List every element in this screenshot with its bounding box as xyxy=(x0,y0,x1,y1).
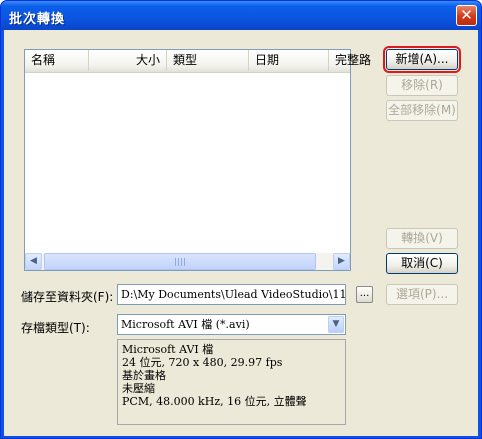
column-header-name[interactable]: 名稱 xyxy=(25,50,89,71)
format-info-line: PCM, 48.000 kHz, 16 位元, 立體聲 xyxy=(122,395,307,408)
file-type-select[interactable]: Microsoft AVI 檔 (*.avi) ▼ xyxy=(117,314,346,335)
column-header-type[interactable]: 類型 xyxy=(167,50,249,71)
window-title: 批次轉換 xyxy=(9,12,66,27)
close-icon: ✕ xyxy=(460,6,473,24)
save-folder-field[interactable]: D:\My Documents\Ulead VideoStudio\11.0\ xyxy=(117,284,346,305)
cancel-button[interactable]: 取消(C) xyxy=(386,253,458,274)
column-header-date[interactable]: 日期 xyxy=(249,50,329,71)
convert-button[interactable]: 轉換(V) xyxy=(386,228,458,249)
grip-icon xyxy=(175,258,185,266)
scroll-left-button[interactable]: ◀ xyxy=(25,253,42,270)
file-list[interactable]: 名稱 大小 類型 日期 完整路 ◀ ▶ xyxy=(24,49,371,271)
format-info-line: 基於畫格 xyxy=(122,369,166,382)
format-info-line: 24 位元, 720 x 480, 29.97 fps xyxy=(122,356,283,369)
browse-folder-button[interactable]: ... xyxy=(356,286,373,303)
close-button[interactable]: ✕ xyxy=(456,5,477,26)
options-button[interactable]: 選項(P)... xyxy=(386,284,458,305)
batch-convert-dialog: 批次轉換 ✕ 名稱 大小 類型 日期 完整路 ◀ ▶ 新增(A)... 移除(R… xyxy=(0,0,482,439)
scroll-right-button[interactable]: ▶ xyxy=(333,253,350,270)
remove-button[interactable]: 移除(R) xyxy=(386,75,458,96)
scroll-thumb[interactable] xyxy=(44,253,316,270)
format-info-box: Microsoft AVI 檔 24 位元, 720 x 480, 29.97 … xyxy=(117,339,346,425)
dialog-body: 名稱 大小 類型 日期 完整路 ◀ ▶ 新增(A)... 移除(R) 全部移除(… xyxy=(4,30,478,436)
chevron-down-icon[interactable]: ▼ xyxy=(328,316,344,333)
title-bar[interactable]: 批次轉換 ✕ xyxy=(1,1,481,30)
column-header-full-path[interactable]: 完整路 xyxy=(329,50,389,71)
format-info-line: 未壓縮 xyxy=(122,382,155,395)
arrow-left-icon: ◀ xyxy=(30,256,37,266)
save-folder-label: 儲存至資料夾(F): xyxy=(21,290,114,304)
file-list-header: 名稱 大小 類型 日期 完整路 xyxy=(25,50,371,73)
file-type-label: 存檔類型(T): xyxy=(21,321,90,335)
file-type-selected-value: Microsoft AVI 檔 (*.avi) xyxy=(121,318,250,331)
format-info-line: Microsoft AVI 檔 xyxy=(122,343,214,356)
add-button[interactable]: 新增(A)... xyxy=(383,46,461,73)
arrow-right-icon: ▶ xyxy=(338,256,345,266)
column-header-size[interactable]: 大小 xyxy=(89,50,167,71)
remove-all-button[interactable]: 全部移除(M) xyxy=(386,100,458,121)
horizontal-scrollbar[interactable]: ◀ ▶ xyxy=(25,253,350,270)
